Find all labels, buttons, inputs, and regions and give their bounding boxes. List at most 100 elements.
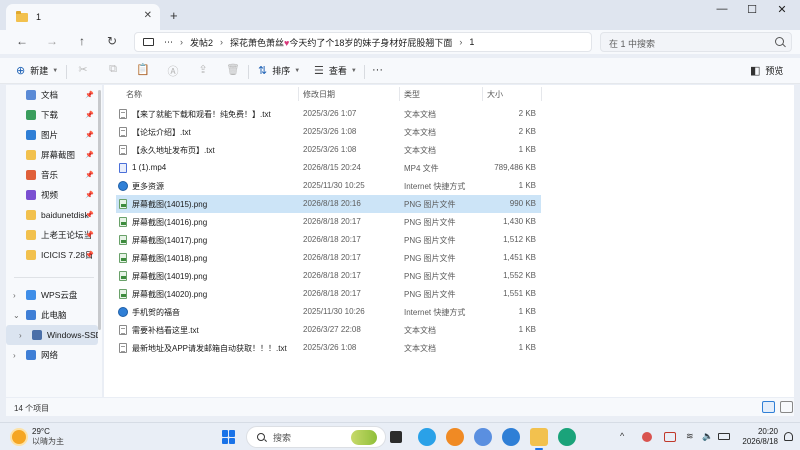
file-row[interactable]: 屏幕截图(14020).png 2026/8/18 20:17 PNG 图片文件 1,…: [116, 285, 541, 303]
pin-icon[interactable]: 📌: [85, 111, 94, 119]
sidebar-item[interactable]: 图片 📌: [6, 125, 98, 145]
expand-chevron-icon[interactable]: ›: [19, 331, 22, 340]
sidebar-item[interactable]: 上老王论坛当 📌: [6, 225, 98, 245]
refresh-button[interactable]: ↻: [104, 34, 120, 48]
column-header-name[interactable]: 名称: [126, 89, 142, 100]
pin-icon[interactable]: 📌: [85, 151, 94, 159]
sidebar-tree-item[interactable]: › WPS云盘: [6, 285, 98, 305]
rename-icon[interactable]: Ⓐ: [166, 63, 180, 79]
new-button[interactable]: ⊕ 新建 ▼: [16, 64, 58, 77]
file-row[interactable]: 需要补档看这里.txt 2026/3/27 22:08 文本文档 1 KB: [116, 321, 541, 339]
up-button[interactable]: ↑: [74, 34, 90, 48]
sidebar-item[interactable]: 音乐 📌: [6, 165, 98, 185]
file-row[interactable]: 【论坛介绍】.txt 2025/3/26 1:08 文本文档 2 KB: [116, 123, 541, 141]
start-button[interactable]: [222, 430, 236, 444]
file-row[interactable]: 【永久地址发布页】.txt 2025/3/26 1:08 文本文档 1 KB: [116, 141, 541, 159]
weather-widget[interactable]: 29°C 以晴为主: [12, 427, 64, 447]
pin-icon[interactable]: 📌: [85, 191, 94, 199]
sidebar-item[interactable]: baidunetdisk 📌: [6, 205, 98, 225]
column-header-date[interactable]: 修改日期: [303, 89, 335, 100]
app-network-icon[interactable]: [474, 428, 492, 446]
file-row[interactable]: 屏幕截图(14017).png 2026/8/18 20:17 PNG 图片文件 1,…: [116, 231, 541, 249]
sidebar-tree-item[interactable]: › Windows-SSD: [6, 325, 98, 345]
tiles-view-icon[interactable]: [780, 401, 793, 413]
sidebar-item[interactable]: 视频 📌: [6, 185, 98, 205]
view-button[interactable]: ☰ 查看 ▼: [314, 64, 357, 77]
breadcrumb-more[interactable]: ⋯: [164, 37, 173, 48]
sidebar-item[interactable]: 下载 📌: [6, 105, 98, 125]
text-file-icon: [119, 343, 127, 353]
taskbar-search[interactable]: 搜索: [246, 426, 386, 448]
column-header-type[interactable]: 类型: [404, 89, 420, 100]
file-row[interactable]: 屏幕截图(14018).png 2026/8/18 20:17 PNG 图片文件 1,…: [116, 249, 541, 267]
minimize-button[interactable]: —: [712, 3, 732, 15]
pin-icon[interactable]: 📌: [85, 251, 94, 259]
share-icon[interactable]: ⇪: [196, 63, 210, 76]
notification-bell-icon[interactable]: [784, 432, 793, 441]
delete-icon[interactable]: 🗑: [226, 63, 240, 76]
expand-chevron-icon[interactable]: ⌄: [13, 311, 20, 320]
file-row[interactable]: 【来了就能下载和观看！纯免费！】.txt 2025/3/26 1:07 文本文档 2 …: [116, 105, 541, 123]
sidebar-tree-item[interactable]: › 网络: [6, 345, 98, 365]
sidebar-item[interactable]: 屏幕截图 📌: [6, 145, 98, 165]
maximize-button[interactable]: ☐: [742, 3, 762, 16]
sidebar-scrollbar[interactable]: [98, 90, 101, 330]
new-tab-button[interactable]: +: [170, 8, 178, 23]
taskview-icon[interactable]: [390, 431, 402, 443]
breadcrumb-item[interactable]: 探花萧色萧丝♥今天约了个18岁的妹子身材好屁股翘下面: [230, 36, 452, 49]
preview-button[interactable]: ◧ 预览: [750, 64, 783, 77]
back-button[interactable]: ←: [14, 34, 30, 48]
forward-button[interactable]: →: [44, 34, 60, 48]
tab-1[interactable]: 1 ✕: [6, 4, 160, 30]
pin-icon[interactable]: 📌: [85, 131, 94, 139]
pin-icon[interactable]: 📌: [85, 211, 94, 219]
expand-chevron-icon[interactable]: ›: [13, 351, 16, 360]
breadcrumb-item[interactable]: 发帖2: [190, 36, 213, 49]
file-row[interactable]: 屏幕截图(14015).png 2026/8/18 20:16 PNG 图片文件 99…: [116, 195, 541, 213]
sun-icon: [12, 430, 26, 444]
file-explorer-icon[interactable]: [530, 428, 548, 450]
file-row[interactable]: 1 (1).mp4 2026/8/15 20:24 MP4 文件 789,486 KB: [116, 159, 541, 177]
app-blue-icon[interactable]: [502, 428, 520, 446]
sidebar-item[interactable]: 文档 📌: [6, 85, 98, 105]
file-row[interactable]: 更多资源 2025/11/30 10:25 Internet 快捷方式 1 KB: [116, 177, 541, 195]
edge-icon[interactable]: [558, 428, 576, 446]
sort-button[interactable]: ⇅ 排序 ▼: [258, 64, 300, 77]
column-divider[interactable]: [298, 87, 299, 101]
app-orange-icon[interactable]: [446, 428, 464, 446]
file-row[interactable]: 屏幕截图(14016).png 2026/8/18 20:17 PNG 图片文件 1,…: [116, 213, 541, 231]
paste-icon[interactable]: 📋: [136, 63, 150, 76]
battery-icon[interactable]: [718, 433, 730, 440]
column-divider[interactable]: [399, 87, 400, 101]
sidebar-item[interactable]: ICICIS 7.28日新们📌: [6, 245, 98, 265]
wifi-icon[interactable]: ≋: [686, 431, 694, 442]
details-view-icon[interactable]: [762, 401, 775, 413]
tab-close-icon[interactable]: ✕: [144, 10, 152, 21]
sidebar-tree-item[interactable]: ⌄ 此电脑: [6, 305, 98, 325]
pin-icon[interactable]: 📌: [85, 91, 94, 99]
more-options-button[interactable]: ···: [372, 64, 383, 76]
file-row[interactable]: 屏幕截图(14019).png 2026/8/18 20:17 PNG 图片文件 1,…: [116, 267, 541, 285]
address-bar[interactable]: ⋯ › 发帖2 › 探花萧色萧丝♥今天约了个18岁的妹子身材好屁股翘下面 › 1: [134, 32, 592, 52]
pin-icon[interactable]: 📌: [85, 231, 94, 239]
volume-icon[interactable]: 🔈: [702, 431, 713, 442]
input-method-icon[interactable]: [664, 432, 676, 442]
file-row[interactable]: 最新地址及APP请发邮箱自动获取！！！.txt 2025/3/26 1:08 文本文…: [116, 339, 541, 357]
close-window-button[interactable]: ✕: [772, 3, 792, 16]
column-divider[interactable]: [541, 87, 542, 101]
column-header-size[interactable]: 大小: [487, 89, 503, 100]
column-divider[interactable]: [482, 87, 483, 101]
expand-chevron-icon[interactable]: ›: [13, 291, 16, 300]
file-date: 2026/8/18 20:17: [303, 235, 361, 244]
system-clock[interactable]: 20:20 2026/8/18: [738, 427, 778, 447]
cut-icon[interactable]: ✂: [76, 63, 90, 76]
search-input[interactable]: 在 1 中搜索: [600, 32, 792, 52]
file-row[interactable]: 手机贺的福音 2025/11/30 10:26 Internet 快捷方式 1 KB: [116, 303, 541, 321]
copy-icon[interactable]: ⧉: [106, 63, 120, 76]
tray-chevron-icon[interactable]: ^: [620, 431, 624, 441]
search-icon[interactable]: [775, 37, 784, 46]
breadcrumb-item-current[interactable]: 1: [469, 37, 474, 47]
browser-360-icon[interactable]: [418, 428, 436, 446]
tray-app-icon[interactable]: [642, 432, 652, 442]
pin-icon[interactable]: 📌: [85, 171, 94, 179]
